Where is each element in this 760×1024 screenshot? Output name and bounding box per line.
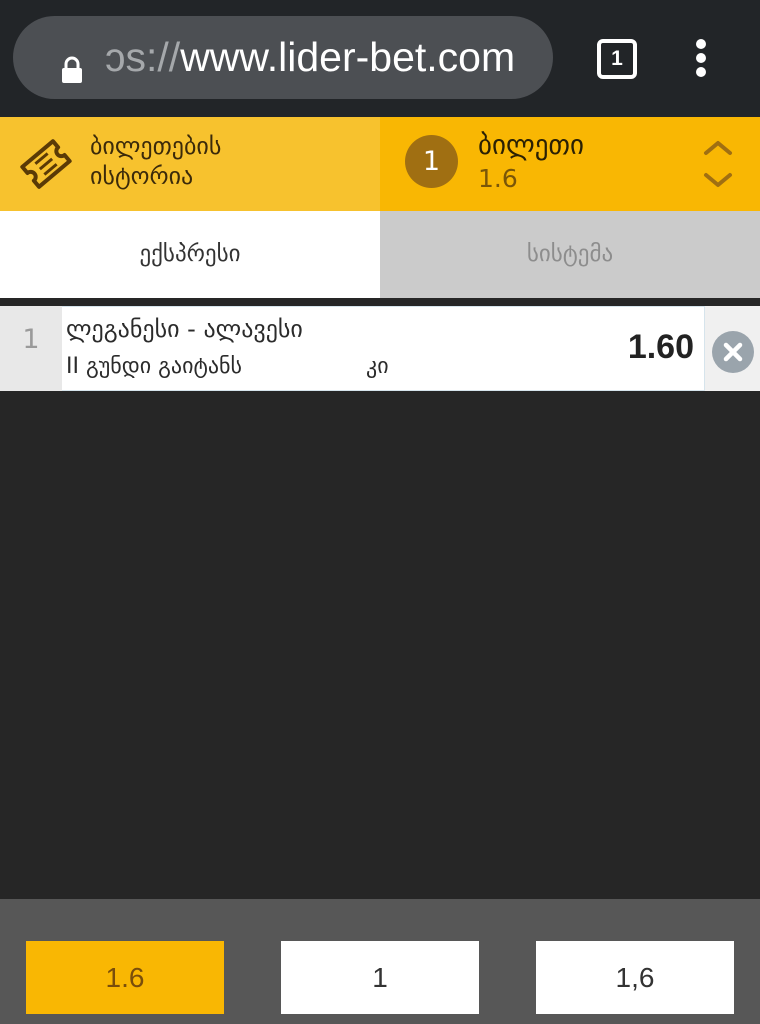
bet-market: II გუნდი გაიტანს <box>66 354 243 379</box>
browser-toolbar: ɔs://www.lider-bet.com 1 <box>0 0 760 117</box>
bet-number: 1 <box>0 306 62 391</box>
bet-odds: 1.60 <box>627 328 694 366</box>
ticket-footer: 1.6 1 1,6 <box>0 899 760 1024</box>
ticket-title: ბილეთი <box>478 130 584 161</box>
expand-collapse-icon[interactable] <box>702 137 734 191</box>
ticket-total-odds: 1.6 <box>478 164 518 193</box>
ticket-icon <box>20 139 72 189</box>
ticket-history-label-line1: ბილეთების <box>90 132 222 160</box>
tab-system[interactable]: სისტემა <box>380 211 760 298</box>
bet-selection: კი <box>366 354 389 379</box>
url-text: ɔs://www.lider-bet.com <box>105 16 545 99</box>
possible-win-box: 1,6 <box>536 941 734 1014</box>
ticket-history-button[interactable]: ბილეთების ისტორია <box>0 117 380 211</box>
tab-switcher-button[interactable]: 1 <box>597 39 637 79</box>
tab-express[interactable]: ექსპრესი <box>0 211 380 298</box>
bet-row: 1 ლეგანესი - ალავესი II გუნდი გაიტანს კი… <box>0 306 760 391</box>
current-ticket-panel[interactable]: 1 ბილეთი 1.6 <box>380 117 760 211</box>
ticket-history-label: ბილეთების ისტორია <box>90 131 370 191</box>
more-vertical-icon[interactable] <box>686 36 716 80</box>
bet-details: ლეგანესი - ალავესი II გუნდი გაიტანს კი 1… <box>62 306 704 391</box>
ticket-count-badge: 1 <box>405 135 458 188</box>
total-odds-box: 1.6 <box>26 941 224 1014</box>
close-icon <box>712 331 754 373</box>
stake-input[interactable]: 1 <box>281 941 479 1014</box>
bet-match-name: ლეგანესი - ალავესი <box>66 315 303 343</box>
ticket-header: ბილეთების ისტორია 1 ბილეთი 1.6 <box>0 117 760 211</box>
address-bar[interactable]: ɔs://www.lider-bet.com <box>13 16 553 99</box>
bet-mode-tabs: ექსპრესი სისტემა <box>0 211 760 298</box>
remove-bet-button[interactable] <box>704 306 760 391</box>
url-scheme: ɔs:// <box>105 34 181 80</box>
ticket-history-label-line2: ისტორია <box>90 162 194 190</box>
url-host: www.lider-bet.com <box>180 34 516 80</box>
lock-icon <box>62 56 82 83</box>
